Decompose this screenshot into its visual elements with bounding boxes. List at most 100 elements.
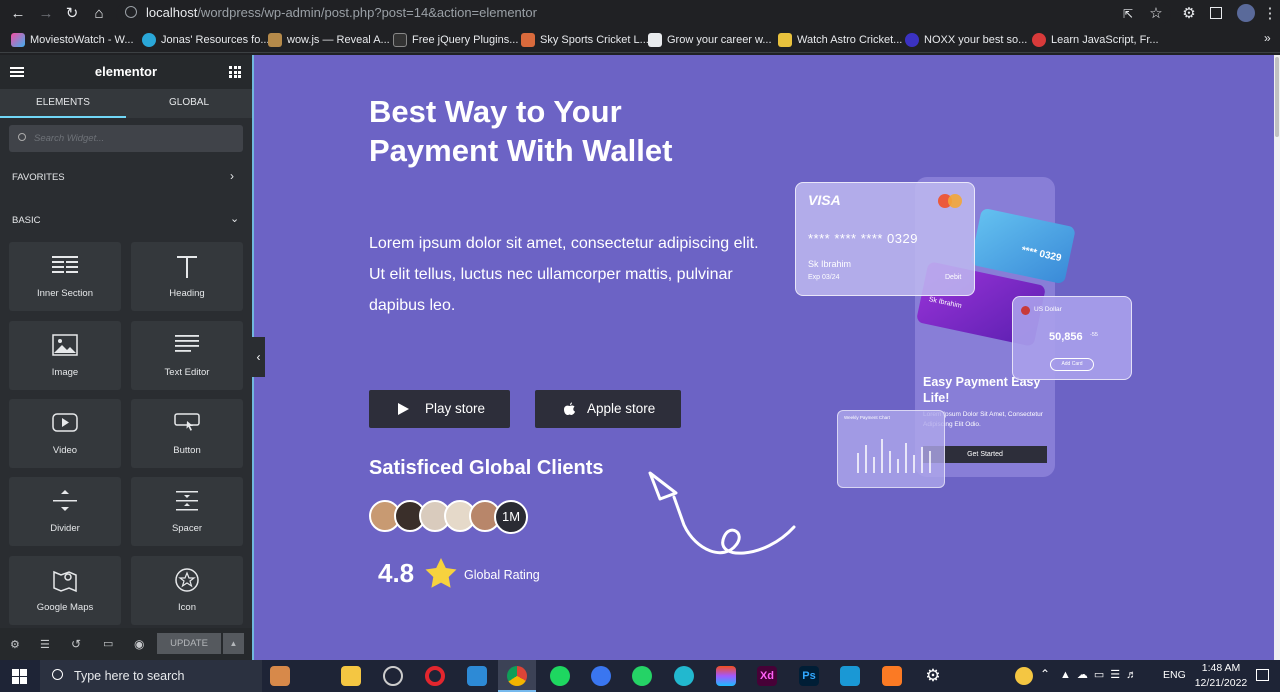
video-app-icon[interactable]: [840, 666, 860, 686]
widget-image[interactable]: Image: [9, 321, 121, 390]
browser-chrome: ← → ↻ ⌂ localhost/wordpress/wp-admin/pos…: [0, 0, 1280, 55]
apps-grid-icon[interactable]: [229, 66, 241, 78]
panel-tabs: ELEMENTS GLOBAL: [0, 89, 252, 118]
page-scrollbar[interactable]: [1274, 55, 1280, 660]
figma-icon[interactable]: [716, 666, 736, 686]
flag-icon: [1021, 306, 1030, 315]
bookmarks-overflow-icon[interactable]: »: [1264, 31, 1271, 45]
bookmark-item[interactable]: NOXX your best so...: [905, 32, 1027, 48]
card-holder: Sk Ibrahim: [808, 259, 852, 269]
bookmark-item[interactable]: Free jQuery Plugins...: [393, 32, 518, 48]
widget-icon[interactable]: Icon: [131, 556, 243, 625]
google-play-icon: [398, 403, 409, 415]
hero-paragraph[interactable]: Lorem ipsum dolor sit amet, consectetur …: [369, 228, 764, 321]
layers-icon[interactable]: ☰: [40, 638, 50, 651]
video-icon: [52, 413, 78, 432]
spotify-icon[interactable]: [550, 666, 570, 686]
history-icon[interactable]: ↺: [71, 637, 81, 651]
language-indicator[interactable]: ENG: [1163, 669, 1186, 681]
opera-icon[interactable]: [425, 666, 445, 686]
bookmark-item[interactable]: Watch Astro Cricket...: [778, 32, 902, 48]
widget-spacer[interactable]: Spacer: [131, 477, 243, 546]
elementor-panel: elementor ELEMENTS GLOBAL Search Widget.…: [0, 55, 252, 660]
menu-kebab-icon[interactable]: ⋮: [1260, 4, 1280, 24]
clock-date[interactable]: 12/21/2022: [1191, 677, 1251, 689]
curved-arrow-icon: [648, 471, 796, 555]
tab-global[interactable]: GLOBAL: [126, 89, 252, 118]
widget-divider[interactable]: Divider: [9, 477, 121, 546]
bookmark-star-icon[interactable]: ☆: [1146, 4, 1166, 24]
travel-app-icon[interactable]: [270, 666, 290, 686]
adobe-xd-icon[interactable]: Xd: [757, 666, 777, 686]
widget-button[interactable]: Button: [131, 399, 243, 468]
side-panel-icon[interactable]: [1210, 7, 1222, 19]
bookmark-item[interactable]: Grow your career w...: [648, 32, 772, 48]
signal-icon[interactable]: [591, 666, 611, 686]
widget-google-maps[interactable]: Google Maps: [9, 556, 121, 625]
reload-icon[interactable]: ↻: [62, 4, 82, 24]
bookmark-favicon-icon: [648, 33, 662, 47]
taskbar-search-box[interactable]: Type here to search: [40, 660, 262, 692]
file-explorer-icon[interactable]: [341, 666, 361, 686]
preview-eye-icon[interactable]: ◉: [134, 637, 144, 651]
bookmark-item[interactable]: wow.js — Reveal A...: [268, 32, 390, 48]
obs-icon[interactable]: [383, 666, 403, 686]
search-placeholder: Search Widget...: [34, 133, 105, 144]
extensions-icon[interactable]: ⚙: [1179, 4, 1199, 24]
responsive-icon[interactable]: ▭: [103, 637, 113, 650]
widget-video[interactable]: Video: [9, 399, 121, 468]
tray-icons[interactable]: ▲☁▭☰♬: [1060, 668, 1143, 681]
favorites-label[interactable]: FAVORITES: [12, 172, 65, 183]
forward-icon[interactable]: →: [36, 4, 56, 24]
widget-label: Icon: [178, 602, 196, 613]
basic-label[interactable]: BASIC: [12, 215, 41, 226]
url-text[interactable]: localhost/wordpress/wp-admin/post.php?po…: [146, 5, 537, 20]
bookmark-item[interactable]: MoviestoWatch - W...: [11, 32, 134, 48]
rating-star-icon: [425, 558, 457, 588]
widget-inner-section[interactable]: Inner Section: [9, 242, 121, 311]
bookmark-item[interactable]: Learn JavaScript, Fr...: [1032, 32, 1159, 48]
widget-label: Heading: [169, 288, 205, 299]
notification-icon[interactable]: [1256, 669, 1269, 681]
chrome-taskbar-active[interactable]: [498, 660, 536, 692]
help-icon[interactable]: [1015, 667, 1033, 685]
info-icon[interactable]: [125, 6, 137, 18]
hero-title[interactable]: Best Way to Your Payment With Wallet: [369, 92, 689, 170]
play-store-button[interactable]: Play store: [369, 390, 510, 428]
settings-gear-icon[interactable]: ⚙: [10, 638, 20, 651]
tray-chevron-up-icon[interactable]: ⌃: [1040, 667, 1050, 681]
vscode-icon[interactable]: [467, 666, 487, 686]
canva-icon[interactable]: [674, 666, 694, 686]
rating-value: 4.8: [378, 558, 415, 588]
clients-heading[interactable]: Satisficed Global Clients: [369, 457, 604, 480]
collapse-panel-icon[interactable]: ‹: [252, 337, 265, 377]
button-icon: [174, 413, 200, 431]
xampp-icon[interactable]: [882, 666, 902, 686]
widget-heading[interactable]: Heading: [131, 242, 243, 311]
card-exp: Exp 03/24: [808, 274, 840, 281]
widget-text-editor[interactable]: Text Editor: [131, 321, 243, 390]
windows-start-icon[interactable]: [12, 669, 27, 684]
settings-gear-icon[interactable]: ⚙: [923, 666, 943, 686]
bookmark-item[interactable]: Jonas' Resources fo...: [142, 32, 270, 48]
widget-label: Button: [173, 445, 201, 456]
photoshop-icon[interactable]: Ps: [799, 666, 819, 686]
widget-search-input[interactable]: Search Widget...: [9, 125, 243, 152]
tab-elements[interactable]: ELEMENTS: [0, 89, 126, 118]
address-bar-row: ← → ↻ ⌂ localhost/wordpress/wp-admin/pos…: [0, 0, 1280, 27]
chevron-down-icon[interactable]: ⌄: [230, 212, 239, 225]
update-options-caret-icon[interactable]: ▲: [223, 633, 244, 654]
bookmark-item[interactable]: Sky Sports Cricket L...: [521, 32, 649, 48]
apple-store-button[interactable]: Apple store: [535, 390, 681, 428]
client-avatars: 1M: [369, 500, 539, 534]
clock-time[interactable]: 1:48 AM: [1196, 662, 1246, 674]
profile-avatar[interactable]: [1237, 4, 1255, 22]
chevron-right-icon[interactable]: ›: [230, 169, 234, 183]
share-icon[interactable]: ⇱: [1118, 4, 1138, 24]
home-icon[interactable]: ⌂: [89, 4, 109, 24]
update-button[interactable]: UPDATE: [157, 633, 221, 654]
divider-icon: [53, 490, 77, 511]
url-host: localhost: [146, 5, 198, 20]
whatsapp-icon[interactable]: [632, 666, 652, 686]
back-icon[interactable]: ←: [8, 4, 28, 24]
